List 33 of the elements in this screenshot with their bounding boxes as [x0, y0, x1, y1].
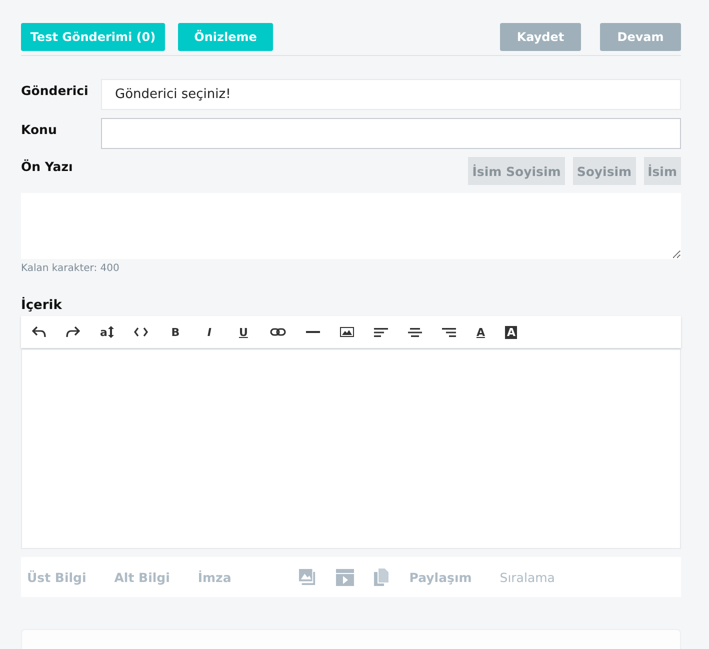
action-button[interactable]: Önizleme	[178, 23, 273, 51]
align-right-icon[interactable]	[442, 328, 456, 336]
tab[interactable]: Sıralama	[500, 570, 555, 584]
italic-button[interactable]: I	[202, 326, 216, 338]
underline-button[interactable]: U	[236, 326, 250, 338]
undo-icon[interactable]	[32, 326, 46, 338]
subject-field[interactable]	[101, 118, 681, 149]
field-label: Konu	[21, 121, 58, 137]
field-label: Gönderici	[21, 82, 90, 98]
background-color-button[interactable]: A	[504, 326, 518, 338]
character-counter: Kalan karakter: 400	[21, 263, 120, 274]
tab[interactable]: Paylaşım	[409, 570, 472, 584]
tab[interactable]: İmza	[198, 570, 232, 584]
action-button[interactable]: Test Gönderimi (0)	[21, 23, 165, 51]
field-label: Ön Yazı	[21, 158, 74, 174]
image-icon[interactable]	[340, 327, 354, 337]
tab[interactable]: Üst Bilgi	[27, 570, 86, 584]
redo-icon[interactable]	[66, 326, 80, 338]
align-center-icon[interactable]	[408, 328, 422, 336]
font-size-button[interactable]: a	[100, 326, 114, 338]
code-icon[interactable]	[134, 327, 148, 337]
align-left-icon[interactable]	[374, 328, 388, 336]
insert-tag-button[interactable]: Soyisim	[572, 157, 636, 185]
insert-tag-button[interactable]: İsim	[644, 157, 681, 185]
text-color-button[interactable]: A	[476, 326, 485, 338]
preface-field[interactable]	[21, 193, 681, 259]
insert-tag-button[interactable]: İsim Soyisim	[468, 157, 565, 185]
horizontal-rule-icon[interactable]	[306, 331, 320, 333]
section-label: İçerik	[21, 298, 63, 313]
bold-button[interactable]: B	[168, 326, 182, 338]
sender-select[interactable]: Gönderici seçiniz!	[101, 79, 681, 110]
tab[interactable]: Alt Bilgi	[114, 570, 170, 584]
link-icon[interactable]	[270, 328, 286, 336]
